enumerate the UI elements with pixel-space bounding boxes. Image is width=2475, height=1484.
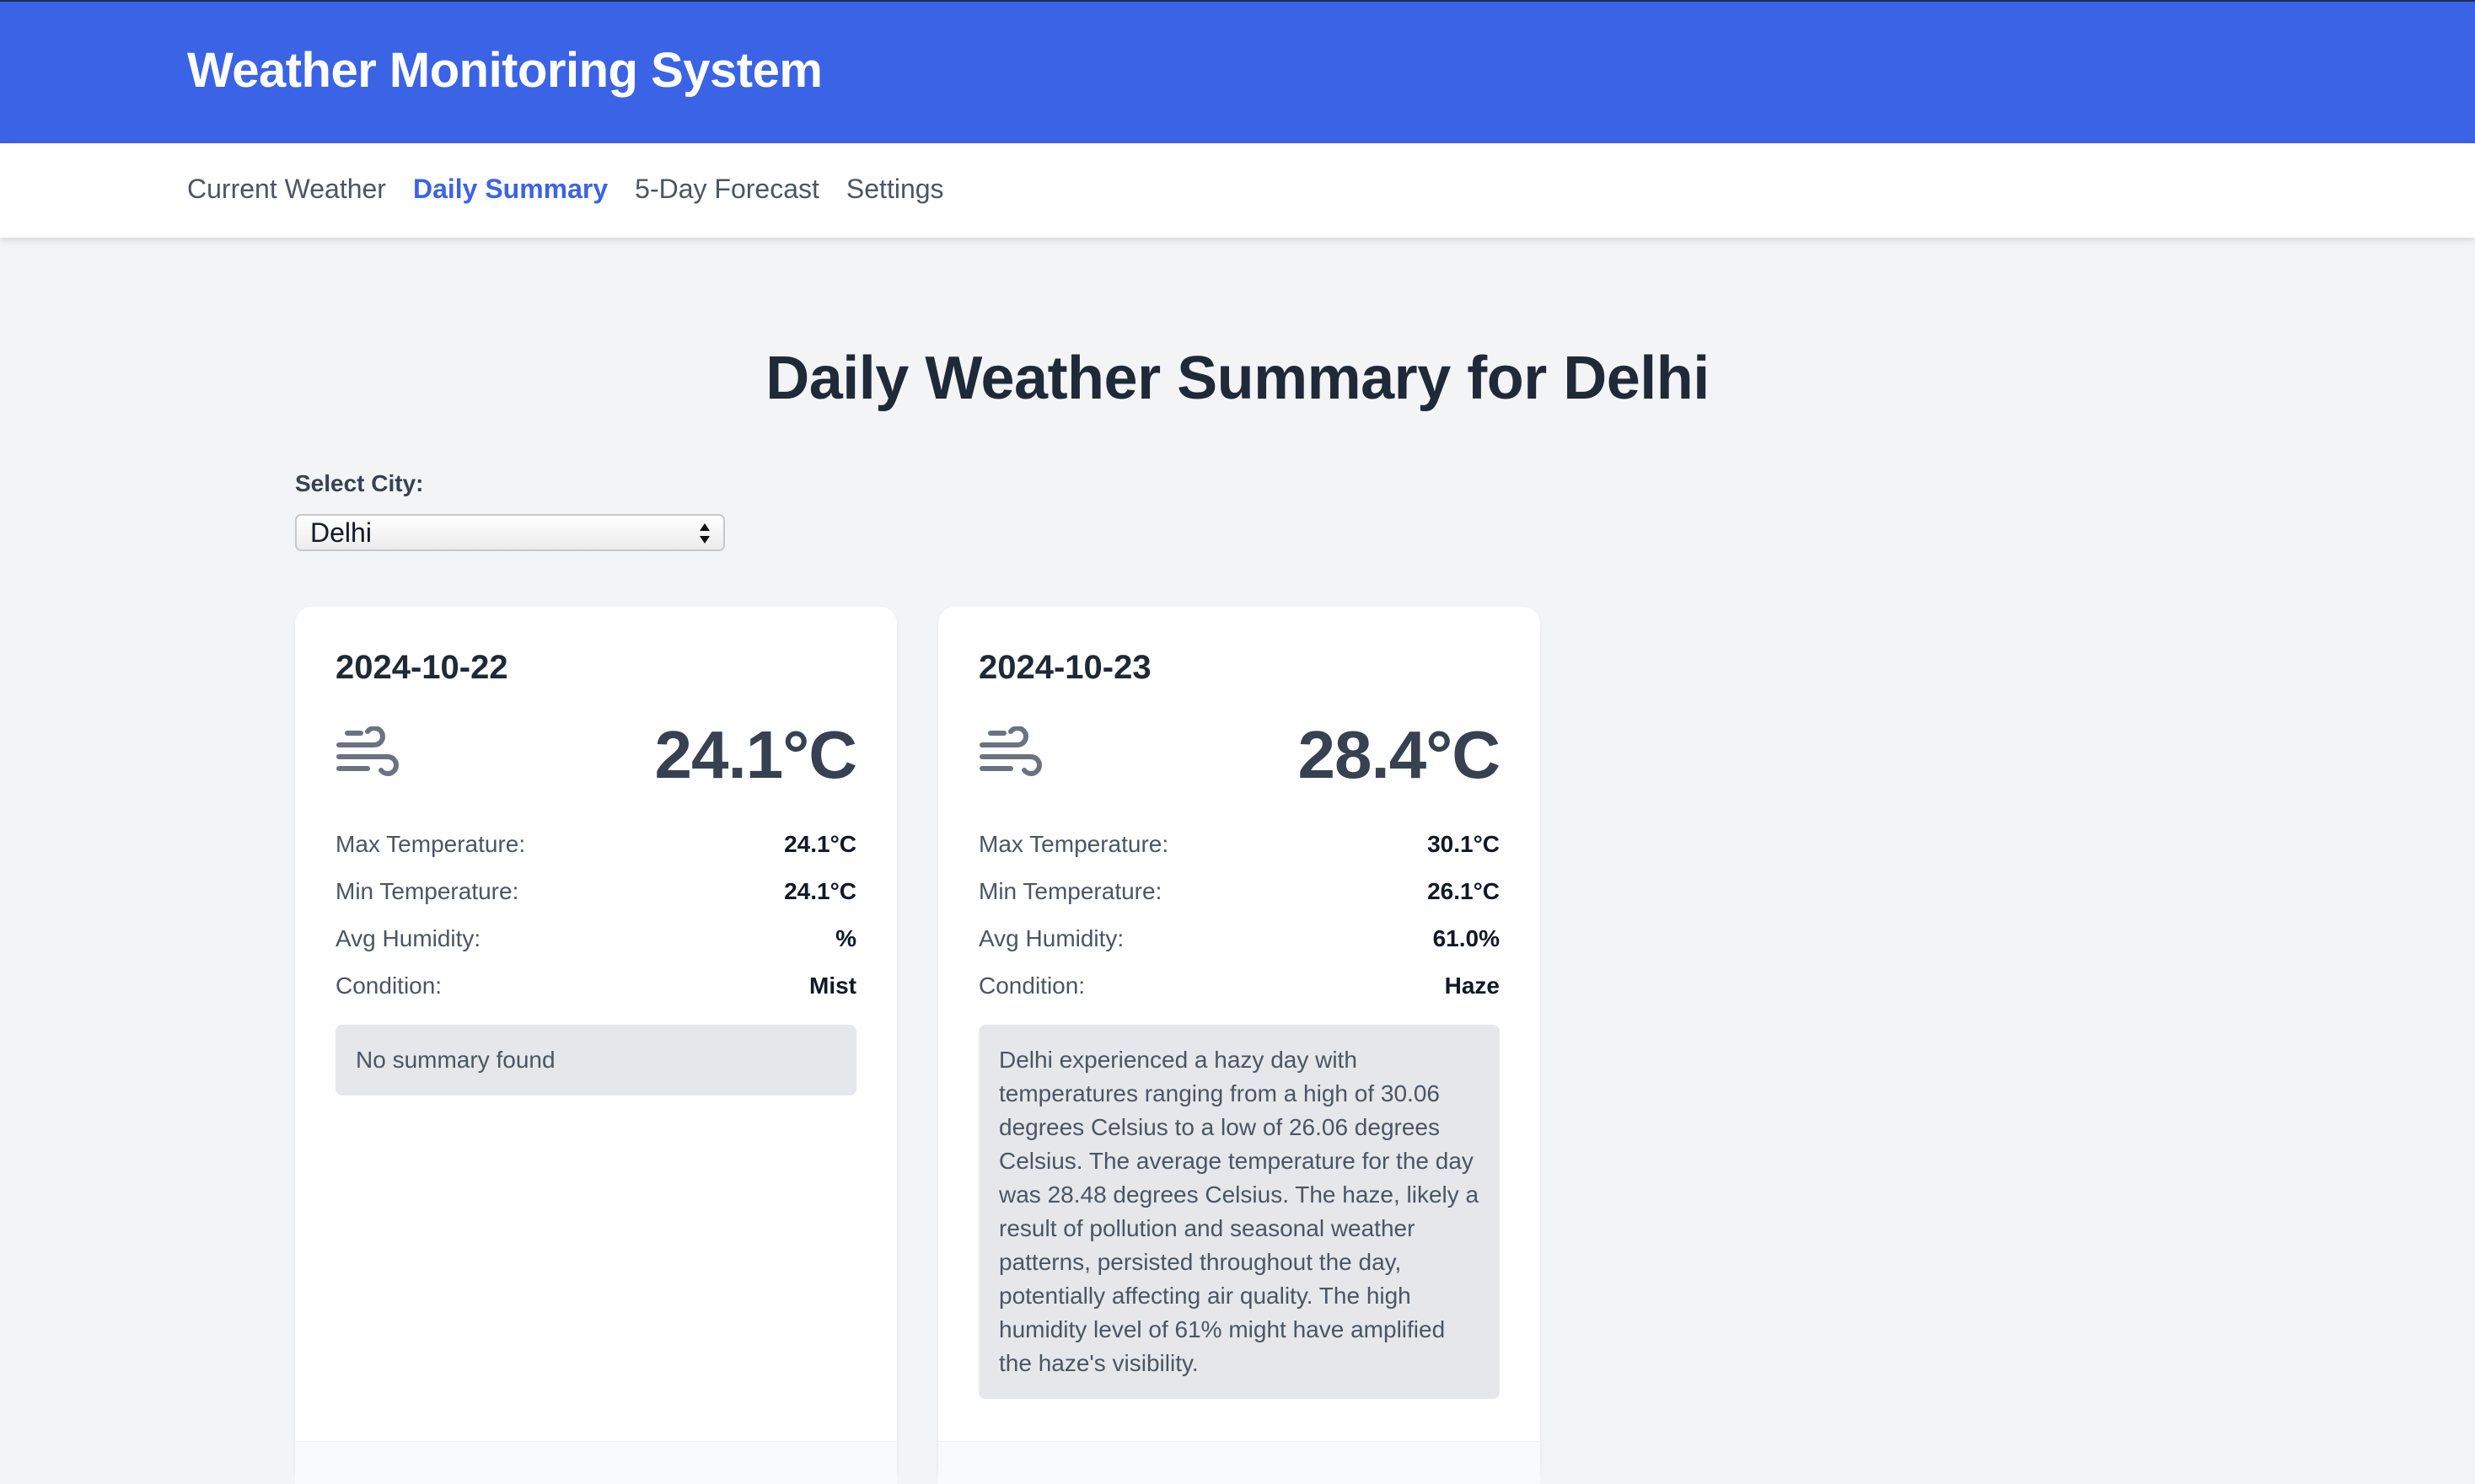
card-temperature: 28.4°C: [1297, 717, 1501, 792]
stat-value: 24.1°C: [784, 878, 856, 904]
card-footer: [295, 1441, 897, 1484]
card-temperature: 24.1°C: [654, 717, 857, 792]
wind-icon: [980, 726, 1042, 776]
stat-label: Min Temperature:: [979, 878, 1162, 904]
select-arrows-icon: [700, 523, 710, 544]
nav-list: Current Weather Daily Summary 5-Day Fore…: [187, 174, 971, 205]
stat-label: Avg Humidity:: [336, 925, 481, 951]
app-title: Weather Monitoring System: [187, 43, 823, 98]
stat-row-min-temp: Min Temperature: 24.1°C: [336, 875, 856, 908]
stat-value: 61.0%: [1432, 925, 1500, 951]
nav-item-5-day-forecast[interactable]: 5-Day Forecast: [635, 174, 819, 205]
stat-label: Condition:: [979, 972, 1086, 999]
summary-text: No summary found: [336, 1025, 856, 1096]
stat-label: Max Temperature:: [979, 831, 1169, 857]
card-date: 2024-10-22: [336, 649, 508, 686]
stat-row-avg-humidity: Avg Humidity: %: [336, 922, 856, 956]
page-title: Daily Weather Summary for Delhi: [765, 345, 1710, 412]
city-select-value: Delhi: [310, 517, 372, 548]
summary-text: Delhi experienced a hazy day with temper…: [979, 1025, 1500, 1399]
stat-row-avg-humidity: Avg Humidity: 61.0%: [979, 922, 1500, 956]
card-footer: [938, 1441, 1540, 1484]
nav-item-current-weather[interactable]: Current Weather: [187, 174, 386, 205]
stat-row-max-temp: Max Temperature: 30.1°C: [979, 828, 1500, 861]
stat-value: 26.1°C: [1427, 878, 1500, 904]
summary-card: 2024-10-23 28.4°C Max Temperature: 30.1°…: [938, 607, 1540, 1484]
stat-row-max-temp: Max Temperature: 24.1°C: [336, 828, 856, 861]
wind-icon: [336, 726, 399, 776]
stat-label: Condition:: [336, 972, 443, 999]
stat-label: Min Temperature:: [336, 878, 519, 904]
app-header: Weather Monitoring System: [0, 0, 2475, 143]
summary-card: 2024-10-22 24.1°C Max Temperature: 24.1°…: [295, 607, 897, 1484]
stat-value: %: [835, 925, 856, 951]
stat-value: Mist: [809, 972, 856, 999]
stat-row-condition: Condition: Mist: [336, 969, 856, 1003]
city-select[interactable]: Delhi: [295, 514, 725, 551]
stat-value: 30.1°C: [1427, 831, 1500, 857]
city-select-label: Select City:: [295, 470, 424, 496]
stat-value: 24.1°C: [784, 831, 856, 857]
stat-value: Haze: [1444, 972, 1500, 999]
stat-label: Max Temperature:: [336, 831, 526, 857]
stat-row-min-temp: Min Temperature: 26.1°C: [979, 875, 1500, 908]
card-date: 2024-10-23: [979, 649, 1152, 686]
nav-bar: Current Weather Daily Summary 5-Day Fore…: [0, 143, 2475, 238]
stat-row-condition: Condition: Haze: [979, 969, 1500, 1003]
stat-label: Avg Humidity:: [979, 925, 1125, 951]
nav-item-settings[interactable]: Settings: [846, 174, 944, 205]
nav-item-daily-summary[interactable]: Daily Summary: [413, 174, 608, 205]
